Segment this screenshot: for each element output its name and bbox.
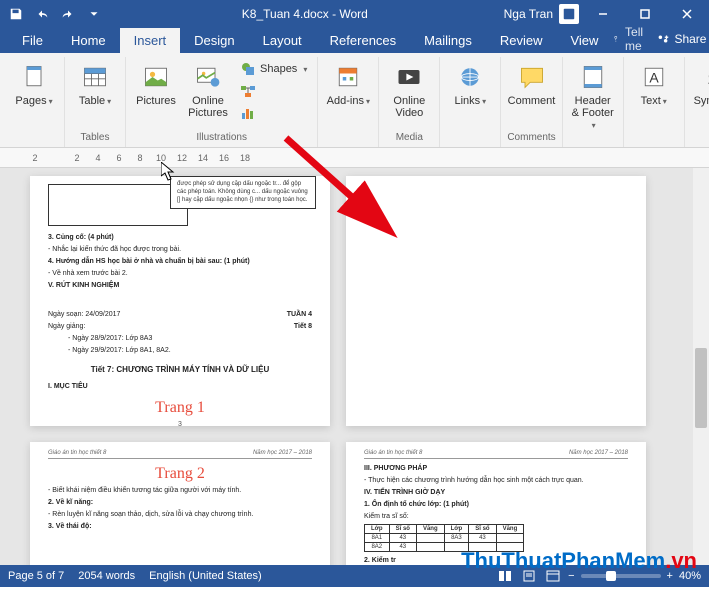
account-icon[interactable] [559, 4, 579, 24]
user-name[interactable]: Nga Tran [504, 7, 553, 21]
close-button[interactable] [669, 0, 705, 28]
document-area[interactable]: được phép sử dụng cặp dấu ngoặc tr... để… [0, 168, 709, 565]
quick-access-toolbar [4, 2, 106, 26]
page-3[interactable]: được phép sử dụng cặp dấu ngoặc tr... để… [30, 176, 330, 426]
text-icon: A [638, 61, 670, 93]
shapes-button[interactable]: Shapes▾ [236, 59, 311, 79]
table-button[interactable]: Table▾ [71, 59, 119, 109]
tab-file[interactable]: File [8, 28, 57, 53]
web-layout-button[interactable] [544, 568, 562, 584]
document-title: K8_Tuan 4.docx - Word [106, 7, 504, 21]
addins-button[interactable]: Add-ins▾ [324, 59, 372, 109]
share-button[interactable]: Share [656, 32, 706, 46]
image-frame[interactable] [48, 184, 188, 226]
chart-icon [240, 105, 256, 121]
page-5[interactable]: Giáo án tin học thiết 8 Năm học 2017 – 2… [346, 442, 646, 565]
zoom-out[interactable]: − [568, 570, 574, 582]
header-footer-icon [577, 61, 609, 93]
pages-icon [18, 61, 50, 93]
tab-references[interactable]: References [316, 28, 410, 53]
page-label-1: Trang 1 [48, 399, 312, 417]
page-label-2: Trang 2 [48, 465, 312, 483]
group-tables: Table▾ Tables [65, 57, 126, 147]
shapes-icon [240, 61, 256, 77]
group-addins: Add-ins▾ [318, 57, 379, 147]
video-icon [393, 61, 425, 93]
smartart-button[interactable] [236, 81, 311, 101]
online-pictures-icon [192, 61, 224, 93]
page-4[interactable]: Giáo án tin học thiết 8 Năm học 2017 – 2… [30, 442, 330, 565]
addins-icon [332, 61, 364, 93]
comment-button[interactable]: Comment [508, 59, 556, 109]
group-pages: Pages▾ [4, 57, 65, 147]
blank-page[interactable] [346, 176, 646, 426]
pictures-button[interactable]: Pictures [132, 59, 180, 109]
page-indicator[interactable]: Page 5 of 7 [8, 570, 64, 582]
tab-layout[interactable]: Layout [249, 28, 316, 53]
smartart-icon [240, 83, 256, 99]
vertical-scrollbar[interactable] [693, 168, 709, 565]
language-indicator[interactable]: English (United States) [149, 570, 262, 582]
ribbon-tabs: File Home Insert Design Layout Reference… [0, 28, 709, 53]
symbols-button[interactable]: Ω Symbols▾ [691, 59, 709, 121]
save-button[interactable] [4, 2, 28, 26]
group-media: Online Video Media [379, 57, 440, 147]
titlebar: K8_Tuan 4.docx - Word Nga Tran [0, 0, 709, 28]
group-illustrations: Pictures Online Pictures Shapes▾ Illustr… [126, 57, 318, 147]
group-text: A Text▾ [624, 57, 685, 147]
zoom-in[interactable]: + [667, 570, 673, 582]
symbols-icon: Ω [699, 61, 709, 93]
attendance-table: LớpSĩ sốVắngLớpSĩ sốVắng 8A1438A343 8A24… [364, 524, 524, 552]
zoom-slider[interactable] [581, 574, 661, 578]
svg-text:A: A [649, 69, 659, 85]
statusbar: Page 5 of 7 2054 words English (United S… [0, 565, 709, 587]
group-symbols: Ω Symbols▾ [685, 57, 709, 147]
scroll-thumb[interactable] [695, 348, 707, 428]
comment-icon [516, 61, 548, 93]
group-links: Links▾ [440, 57, 501, 147]
group-headerfooter: Header & Footer▾ [563, 57, 624, 147]
tab-mailings[interactable]: Mailings [410, 28, 486, 53]
online-pictures-button[interactable]: Online Pictures [184, 59, 232, 121]
maximize-button[interactable] [627, 0, 663, 28]
qat-customize[interactable] [82, 2, 106, 26]
tab-view[interactable]: View [556, 28, 612, 53]
minimize-button[interactable] [585, 0, 621, 28]
text-button[interactable]: A Text▾ [630, 59, 678, 109]
tab-design[interactable]: Design [180, 28, 248, 53]
chart-button[interactable] [236, 103, 311, 123]
undo-button[interactable] [30, 2, 54, 26]
zoom-level[interactable]: 40% [679, 570, 701, 582]
ruler[interactable]: 2 2 4 6 8 10 12 14 16 18 [0, 148, 709, 168]
header-footer-button[interactable]: Header & Footer▾ [569, 59, 617, 133]
tell-me-search[interactable]: Tell me [612, 25, 648, 53]
links-button[interactable]: Links▾ [446, 59, 494, 109]
tab-review[interactable]: Review [486, 28, 557, 53]
table-icon [79, 61, 111, 93]
links-icon [454, 61, 486, 93]
tab-home[interactable]: Home [57, 28, 120, 53]
tab-insert[interactable]: Insert [120, 28, 181, 53]
text-box[interactable]: được phép sử dụng cặp dấu ngoặc tr... để… [170, 176, 316, 209]
pages-button[interactable]: Pages▾ [10, 59, 58, 109]
read-mode-button[interactable] [496, 568, 514, 584]
group-comments: Comment Comments [501, 57, 562, 147]
online-video-button[interactable]: Online Video [385, 59, 433, 121]
word-count[interactable]: 2054 words [78, 570, 135, 582]
redo-button[interactable] [56, 2, 80, 26]
pictures-icon [140, 61, 172, 93]
ribbon: Pages▾ Table▾ Tables Pictures Online Pic… [0, 53, 709, 148]
print-layout-button[interactable] [520, 568, 538, 584]
